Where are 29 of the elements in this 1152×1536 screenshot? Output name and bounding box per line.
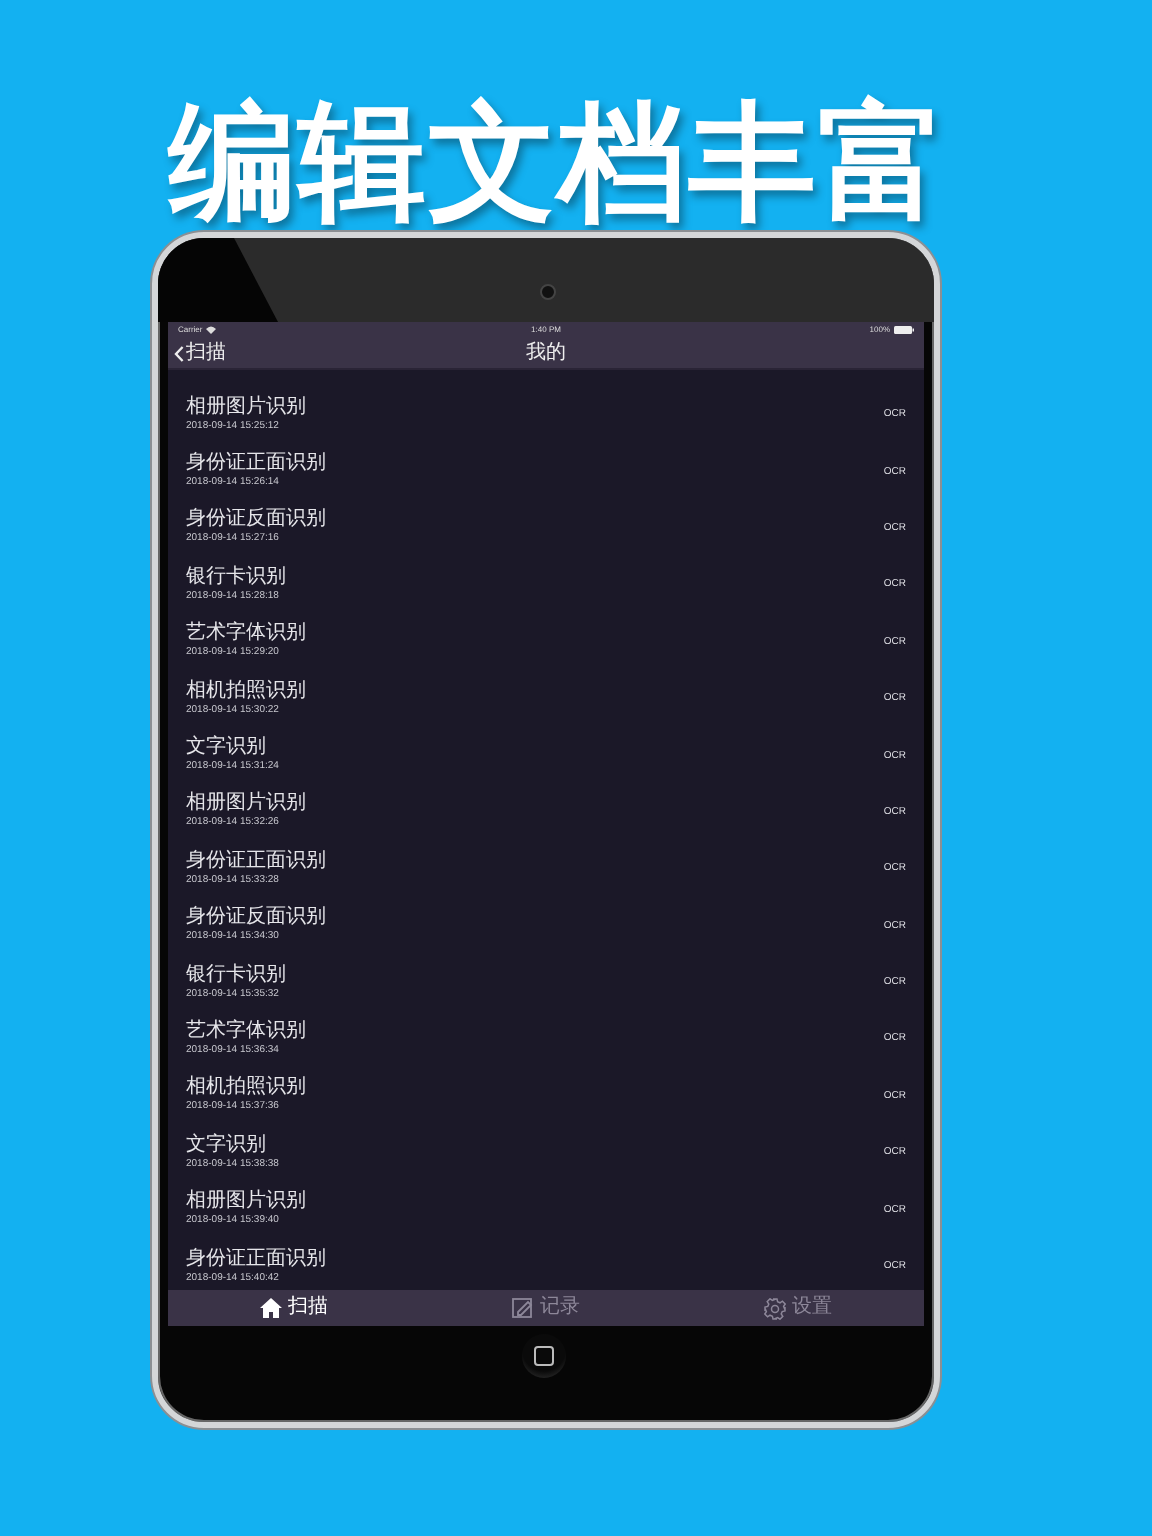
record-title: 身份证正面识别: [186, 849, 326, 872]
record-title: 艺术字体识别: [186, 622, 306, 645]
record-title: 相册图片识别: [186, 1190, 306, 1213]
tab[interactable]: 记录: [420, 1290, 672, 1326]
record-title: 银行卡识别: [186, 963, 286, 986]
bezel-reflection: [158, 238, 278, 322]
record-title: 相机拍照识别: [186, 1076, 306, 1099]
record-title: 身份证反面识别: [186, 508, 326, 531]
record-title: 艺术字体识别: [186, 1019, 306, 1042]
record-title: 银行卡识别: [186, 565, 286, 588]
record-title: 相机拍照识别: [186, 679, 306, 702]
record-title: 身份证反面识别: [186, 906, 326, 929]
record-title: 相册图片识别: [186, 792, 306, 815]
settings-icon: [764, 1297, 786, 1319]
record-title: 文字识别: [186, 736, 266, 759]
record-title: 身份证正面识别: [186, 452, 326, 475]
headline: 编辑文档丰富: [168, 88, 950, 242]
back-chevron-icon: [174, 345, 184, 361]
record-title: 相册图片识别: [186, 395, 306, 418]
nav-title: 我的: [526, 342, 566, 364]
tab[interactable]: 扫描: [168, 1290, 420, 1326]
home-button[interactable]: [522, 1334, 566, 1378]
back-button[interactable]: 扫描: [174, 340, 226, 366]
record-title: 身份证正面识别: [186, 1247, 326, 1270]
record-title: 文字识别: [186, 1133, 266, 1156]
wifi-icon: [206, 326, 217, 334]
battery-icon: [894, 326, 914, 334]
edit-icon: [512, 1298, 534, 1318]
home-icon: [260, 1298, 282, 1318]
